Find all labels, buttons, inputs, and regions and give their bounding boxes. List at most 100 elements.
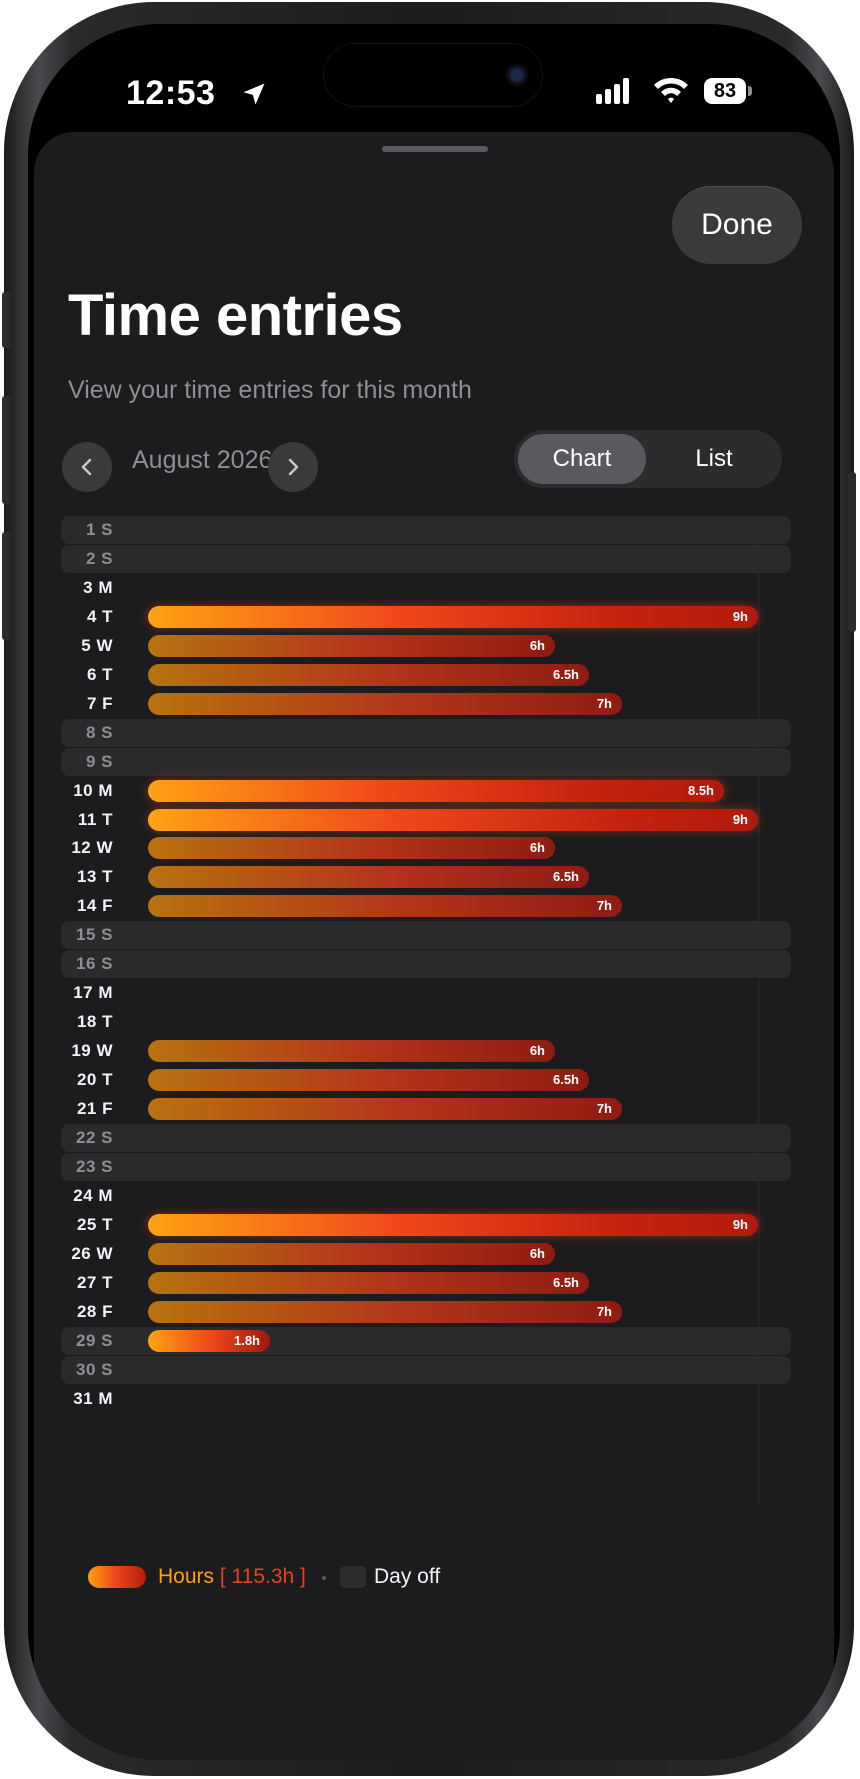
day-label: 2 S <box>85 549 113 568</box>
hours-value-label: 6.5h <box>552 667 579 682</box>
hours-value-label: 7h <box>596 1304 612 1319</box>
hours-total: [ 115.3h ] <box>219 1565 306 1588</box>
hours-legend-swatch <box>88 1566 146 1588</box>
day-off-band <box>61 1153 791 1181</box>
tab-list[interactable]: List <box>650 434 778 484</box>
page-subtitle: View your time entries for this month <box>68 376 472 404</box>
time-entries-sheet: Done Time entries View your time entries… <box>34 132 834 1760</box>
hours-bar[interactable]: 9h <box>148 809 758 831</box>
hours-bar[interactable]: 7h <box>148 895 622 917</box>
day-label: 5 W <box>81 636 113 655</box>
view-toggle: Chart List <box>514 430 782 488</box>
chart-row-day-28: 28 F 7h <box>61 1298 791 1326</box>
hours-bar[interactable]: 7h <box>148 693 622 715</box>
day-off-band <box>61 748 791 776</box>
hours-bar[interactable]: 6h <box>148 837 555 859</box>
hours-value-label: 6.5h <box>552 869 579 884</box>
hours-value-label: 6h <box>529 840 545 855</box>
hours-bar[interactable]: 6h <box>148 1040 555 1062</box>
day-label: 31 M <box>73 1389 113 1408</box>
day-label: 23 S <box>76 1157 113 1176</box>
day-label: 9 S <box>85 752 113 771</box>
hours-bar[interactable]: 6h <box>148 1243 555 1265</box>
day-off-legend-swatch <box>340 1566 366 1588</box>
hours-bar[interactable]: 6.5h <box>148 1069 589 1091</box>
day-off-band <box>61 545 791 573</box>
day-label: 14 F <box>76 896 113 915</box>
chevron-left-icon <box>81 458 92 476</box>
day-label: 26 W <box>71 1244 113 1263</box>
hours-value-label: 9h <box>732 1217 748 1232</box>
chart-row-day-10: 10 M 8.5h <box>61 777 791 805</box>
chart-row-day-27: 27 T 6.5h <box>61 1269 791 1297</box>
screen: 12:53 83 Done Time entries View your tim… <box>28 24 840 1760</box>
tab-chart[interactable]: Chart <box>518 434 646 484</box>
battery-level: 83 <box>704 78 746 104</box>
hours-legend-text: Hours <box>158 1565 215 1588</box>
hours-value-label: 7h <box>596 1101 612 1116</box>
next-month-button[interactable] <box>268 442 318 492</box>
hours-bar[interactable]: 6.5h <box>148 1272 589 1294</box>
chart-row-day-31: 31 M <box>61 1385 791 1413</box>
hours-bar[interactable]: 1.8h <box>148 1330 270 1352</box>
battery-icon: 83 <box>704 78 752 104</box>
power-button <box>848 472 856 632</box>
day-label: 4 T <box>86 607 113 626</box>
chart-legend: Hours [ 115.3h ] Day off <box>88 1562 588 1592</box>
chart-row-day-13: 13 T 6.5h <box>61 863 791 891</box>
front-camera <box>506 64 528 86</box>
chart-row-day-15: 15 S <box>61 921 791 949</box>
chart-row-day-16: 16 S <box>61 950 791 978</box>
hours-bar[interactable]: 7h <box>148 1301 622 1323</box>
hours-bar[interactable]: 9h <box>148 606 758 628</box>
hours-legend-label: Hours [ 115.3h ] <box>158 1565 306 1589</box>
hours-bar[interactable]: 6.5h <box>148 866 589 888</box>
day-label: 6 T <box>86 665 113 684</box>
day-off-legend-label: Day off <box>374 1565 441 1588</box>
hours-bar[interactable]: 8.5h <box>148 780 724 802</box>
hours-bar[interactable]: 9h <box>148 1214 758 1236</box>
chart-row-day-3: 3 M <box>61 574 791 602</box>
day-label: 20 T <box>76 1070 113 1089</box>
chart-row-day-23: 23 S <box>61 1153 791 1181</box>
day-label: 8 S <box>85 723 113 742</box>
cellular-signal-icon <box>596 78 629 104</box>
location-arrow-icon <box>243 83 265 105</box>
hours-value-label: 7h <box>596 898 612 913</box>
hours-bar[interactable]: 6.5h <box>148 664 589 686</box>
legend-separator <box>322 1576 326 1580</box>
volume-down-button <box>2 532 10 640</box>
hours-bar[interactable]: 7h <box>148 1098 622 1120</box>
hours-value-label: 6h <box>529 1246 545 1261</box>
chart-row-day-4: 4 T 9h <box>61 603 791 631</box>
chart-row-day-25: 25 T 9h <box>61 1211 791 1239</box>
volume-up-button <box>2 396 10 504</box>
chart-row-day-22: 22 S <box>61 1124 791 1152</box>
day-off-band <box>61 921 791 949</box>
day-label: 22 S <box>76 1128 113 1147</box>
month-label: August 2026 <box>132 446 273 474</box>
day-label: 30 S <box>76 1360 113 1379</box>
day-off-band <box>61 950 791 978</box>
chevron-right-icon <box>288 458 299 476</box>
battery-tip <box>748 86 752 96</box>
phone-frame: 12:53 83 Done Time entries View your tim… <box>2 2 856 1776</box>
chart-row-day-1: 1 S <box>61 516 791 544</box>
chart-row-day-18: 18 T <box>61 1008 791 1036</box>
day-label: 1 S <box>85 520 113 539</box>
day-label: 16 S <box>76 954 113 973</box>
chart-row-day-20: 20 T 6.5h <box>61 1066 791 1094</box>
done-button[interactable]: Done <box>672 186 802 264</box>
day-label: 13 T <box>76 867 113 886</box>
day-label: 18 T <box>76 1012 113 1031</box>
previous-month-button[interactable] <box>62 442 112 492</box>
status-bar: 12:53 83 <box>28 24 840 134</box>
status-time: 12:53 <box>126 74 216 112</box>
chart-row-day-19: 19 W 6h <box>61 1037 791 1065</box>
chart-row-day-17: 17 M <box>61 979 791 1007</box>
action-button <box>2 292 10 348</box>
hours-value-label: 7h <box>596 696 612 711</box>
sheet-grabber[interactable] <box>382 146 488 152</box>
day-label: 11 T <box>77 810 113 829</box>
hours-bar[interactable]: 6h <box>148 635 555 657</box>
